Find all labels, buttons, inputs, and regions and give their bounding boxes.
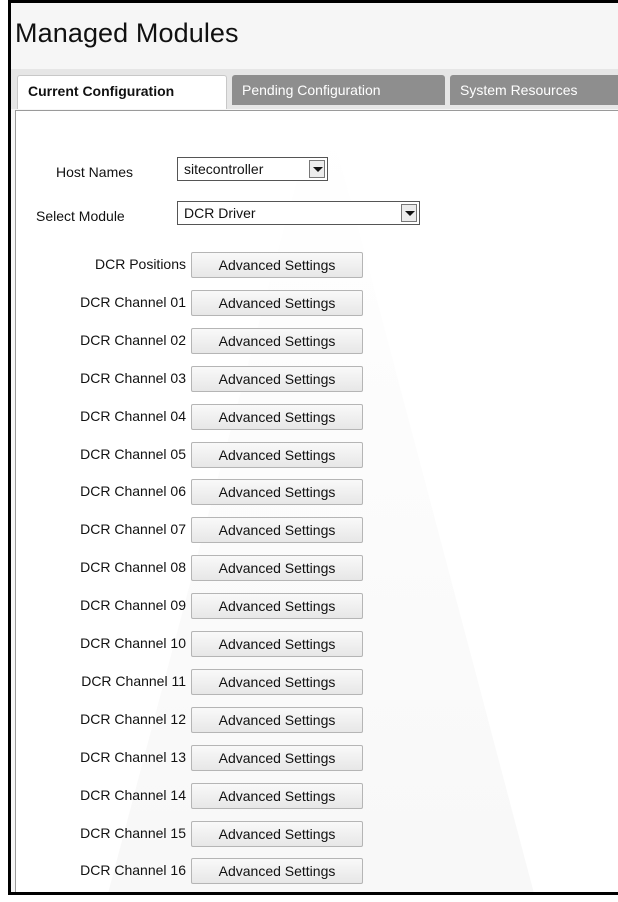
tab-pending-configuration[interactable]: Pending Configuration (232, 75, 445, 105)
page-title: Managed Modules (15, 18, 239, 48)
settings-row-label: DCR Channel 04 (80, 408, 186, 424)
settings-row-label: DCR Positions (94, 256, 186, 272)
settings-row-label: DCR Channel 05 (80, 446, 186, 462)
advanced-settings-button[interactable]: Advanced Settings (191, 631, 363, 657)
select-module-value: DCR Driver (184, 205, 256, 221)
settings-row-label: DCR Channel 02 (80, 332, 186, 348)
background-watermark (106, 121, 536, 892)
advanced-settings-button[interactable]: Advanced Settings (191, 821, 363, 847)
settings-row-label: DCR Channel 11 (81, 673, 186, 689)
settings-row-label: DCR Channel 12 (80, 711, 186, 727)
chevron-down-icon[interactable] (401, 204, 417, 222)
tab-bar: Current Configuration Pending Configurat… (11, 69, 618, 109)
settings-row-label: DCR Channel 08 (80, 559, 186, 575)
settings-row-label: DCR Channel 07 (80, 521, 186, 537)
tab-current-configuration[interactable]: Current Configuration (17, 75, 227, 109)
advanced-settings-button[interactable]: Advanced Settings (191, 669, 363, 695)
host-names-value: sitecontroller (184, 161, 264, 177)
advanced-settings-button[interactable]: Advanced Settings (191, 783, 363, 809)
settings-row-label: DCR Channel 14 (80, 787, 186, 803)
host-names-select[interactable]: sitecontroller (177, 157, 328, 181)
advanced-settings-button[interactable]: Advanced Settings (191, 442, 363, 468)
host-names-label: Host Names (56, 164, 134, 180)
settings-row-label: DCR Channel 06 (80, 483, 186, 499)
configuration-panel: Host Names sitecontroller Select Module … (15, 110, 618, 892)
advanced-settings-button[interactable]: Advanced Settings (191, 252, 363, 278)
advanced-settings-button[interactable]: Advanced Settings (191, 404, 363, 430)
settings-row-label: DCR Channel 03 (80, 370, 186, 386)
managed-modules-window: Managed Modules Current Configuration Pe… (8, 0, 618, 895)
settings-row-label: DCR Channel 16 (80, 862, 186, 878)
advanced-settings-button[interactable]: Advanced Settings (191, 593, 363, 619)
settings-row-label: DCR Channel 01 (80, 294, 186, 310)
settings-row-label: DCR Channel 09 (80, 597, 186, 613)
advanced-settings-button[interactable]: Advanced Settings (191, 707, 363, 733)
settings-row-label: DCR Channel 10 (80, 635, 186, 651)
settings-row-label: DCR Channel 15 (80, 825, 186, 841)
advanced-settings-button[interactable]: Advanced Settings (191, 745, 363, 771)
advanced-settings-button[interactable]: Advanced Settings (191, 479, 363, 505)
tab-system-resources[interactable]: System Resources (450, 75, 618, 105)
select-module-label: Select Module (36, 208, 125, 224)
advanced-settings-button[interactable]: Advanced Settings (191, 555, 363, 581)
settings-row-label: DCR Channel 13 (80, 749, 186, 765)
advanced-settings-button[interactable]: Advanced Settings (191, 290, 363, 316)
advanced-settings-button[interactable]: Advanced Settings (191, 366, 363, 392)
select-module-select[interactable]: DCR Driver (177, 201, 420, 225)
advanced-settings-button[interactable]: Advanced Settings (191, 858, 363, 884)
chevron-down-icon[interactable] (309, 160, 325, 178)
advanced-settings-button[interactable]: Advanced Settings (191, 517, 363, 543)
advanced-settings-button[interactable]: Advanced Settings (191, 328, 363, 354)
